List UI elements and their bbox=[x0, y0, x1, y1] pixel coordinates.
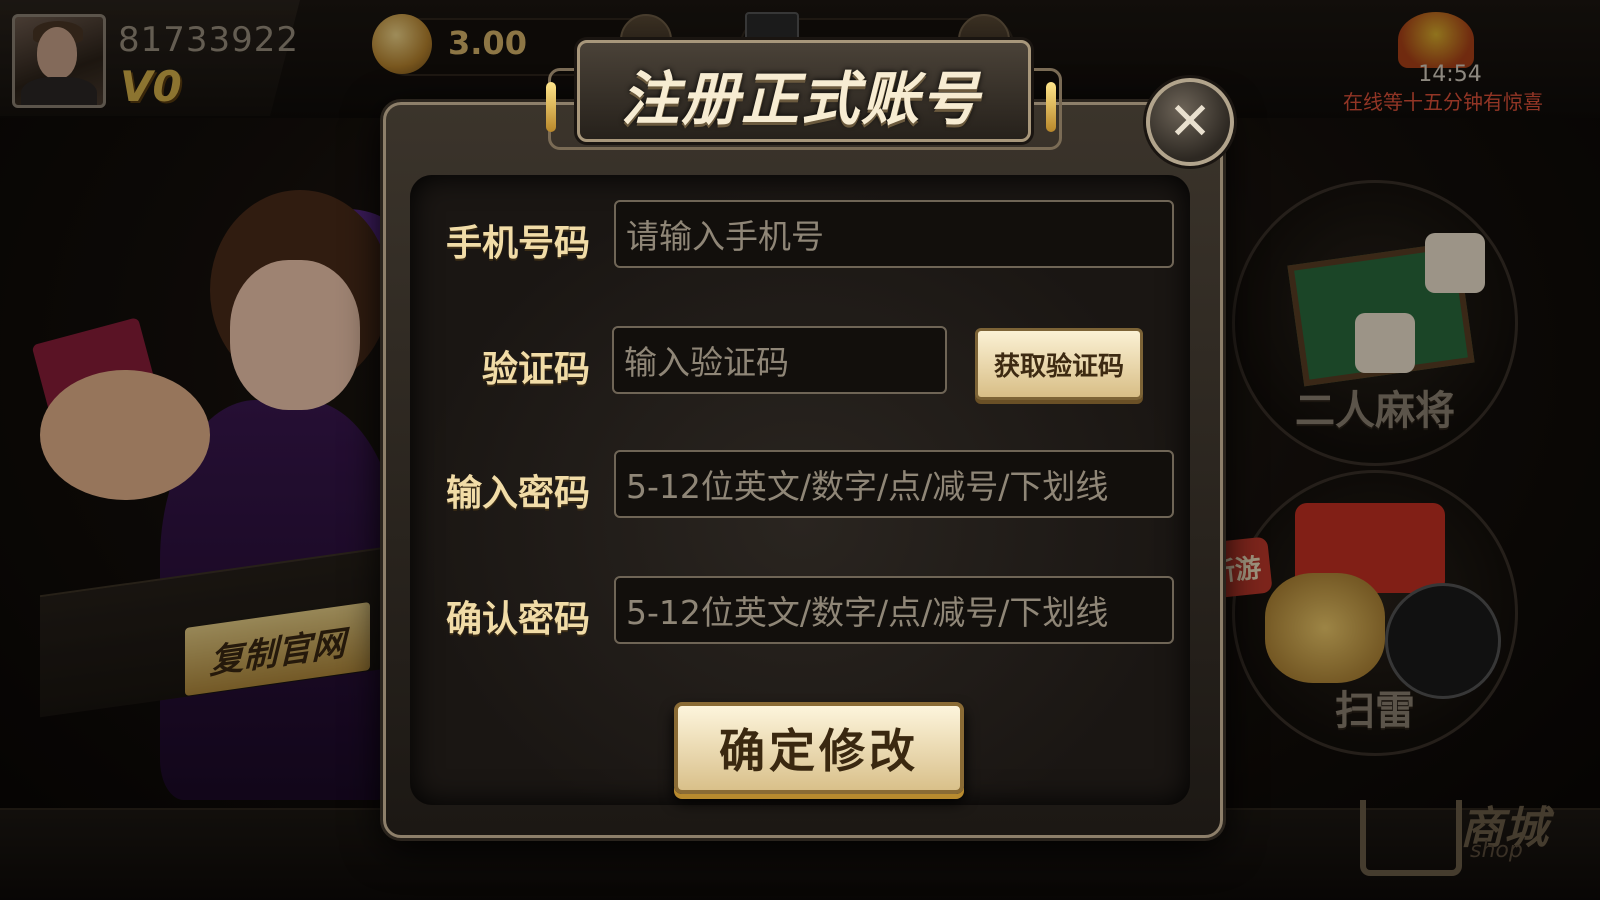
confirm-label: 确定修改 bbox=[719, 724, 919, 778]
game-lobby-screen: 81733922 V0 3.00 14:54 在线等十五分钟有惊喜 复制官网 二… bbox=[0, 0, 1600, 900]
confirm-password-label: 确认密码 bbox=[445, 599, 590, 640]
verification-code-input[interactable]: 输入验证码 bbox=[612, 326, 947, 394]
get-code-label: 获取验证码 bbox=[993, 351, 1124, 382]
title-cap-right bbox=[1046, 82, 1056, 132]
get-code-button[interactable]: 获取验证码 bbox=[975, 328, 1143, 400]
phone-input[interactable]: 请输入手机号 bbox=[614, 200, 1174, 268]
phone-label: 手机号码 bbox=[445, 223, 590, 264]
password-input[interactable]: 5-12位英文/数字/点/减号/下划线 bbox=[614, 450, 1174, 518]
close-button[interactable]: ✕ bbox=[1146, 78, 1234, 166]
close-icon: ✕ bbox=[1168, 92, 1212, 152]
dialog-title: 注册正式账号 bbox=[620, 65, 981, 133]
title-cap-left bbox=[546, 82, 556, 132]
confirm-button[interactable]: 确定修改 bbox=[674, 702, 964, 794]
confirm-password-input[interactable]: 5-12位英文/数字/点/减号/下划线 bbox=[614, 576, 1174, 644]
verification-code-label: 验证码 bbox=[481, 349, 590, 390]
password-label: 输入密码 bbox=[445, 473, 590, 514]
